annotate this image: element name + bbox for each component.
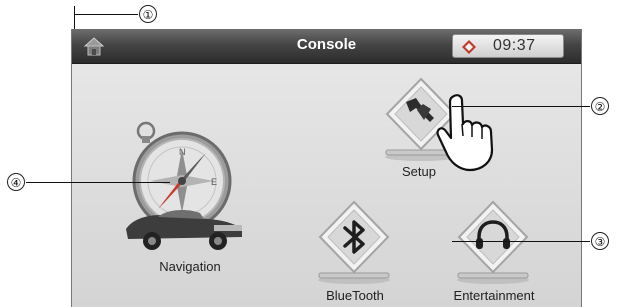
- svg-text:N: N: [179, 147, 186, 157]
- navigation-label: Navigation: [159, 259, 221, 274]
- callout-1: ①: [139, 5, 157, 23]
- compass-car-icon: N E: [126, 121, 242, 250]
- callout-2-line: [452, 106, 590, 107]
- callout-2: ②: [591, 97, 609, 115]
- entertainment-label: Entertainment: [453, 288, 535, 303]
- title-bar: Console 09:37: [72, 29, 581, 64]
- clock-time: 09:37: [493, 37, 536, 54]
- bluetooth-label: BlueTooth: [326, 288, 384, 303]
- clock-widget[interactable]: 09:37: [452, 34, 564, 58]
- callout-3-line: [452, 241, 590, 242]
- callout-4-line: [26, 182, 170, 183]
- callout-4: ④: [7, 173, 25, 191]
- setup-tile[interactable]: Setup: [374, 74, 494, 184]
- entertainment-tile[interactable]: Entertainment: [434, 197, 554, 307]
- svg-text:E: E: [211, 177, 217, 187]
- navigation-tile[interactable]: N E Navigation: [112, 109, 252, 279]
- headphones-icon: [457, 200, 529, 284]
- bluetooth-icon: [318, 200, 390, 284]
- setup-label: Setup: [402, 164, 436, 179]
- callout-1-line: [74, 6, 75, 30]
- console-screen: Console 09:37 Setup N E Navigation BlueT…: [71, 29, 582, 307]
- hand-pointer-icon: [436, 94, 494, 172]
- gps-icon: [462, 40, 476, 54]
- callout-1-line-h: [74, 14, 138, 15]
- bluetooth-tile[interactable]: BlueTooth: [304, 197, 404, 307]
- callout-3: ③: [591, 232, 609, 250]
